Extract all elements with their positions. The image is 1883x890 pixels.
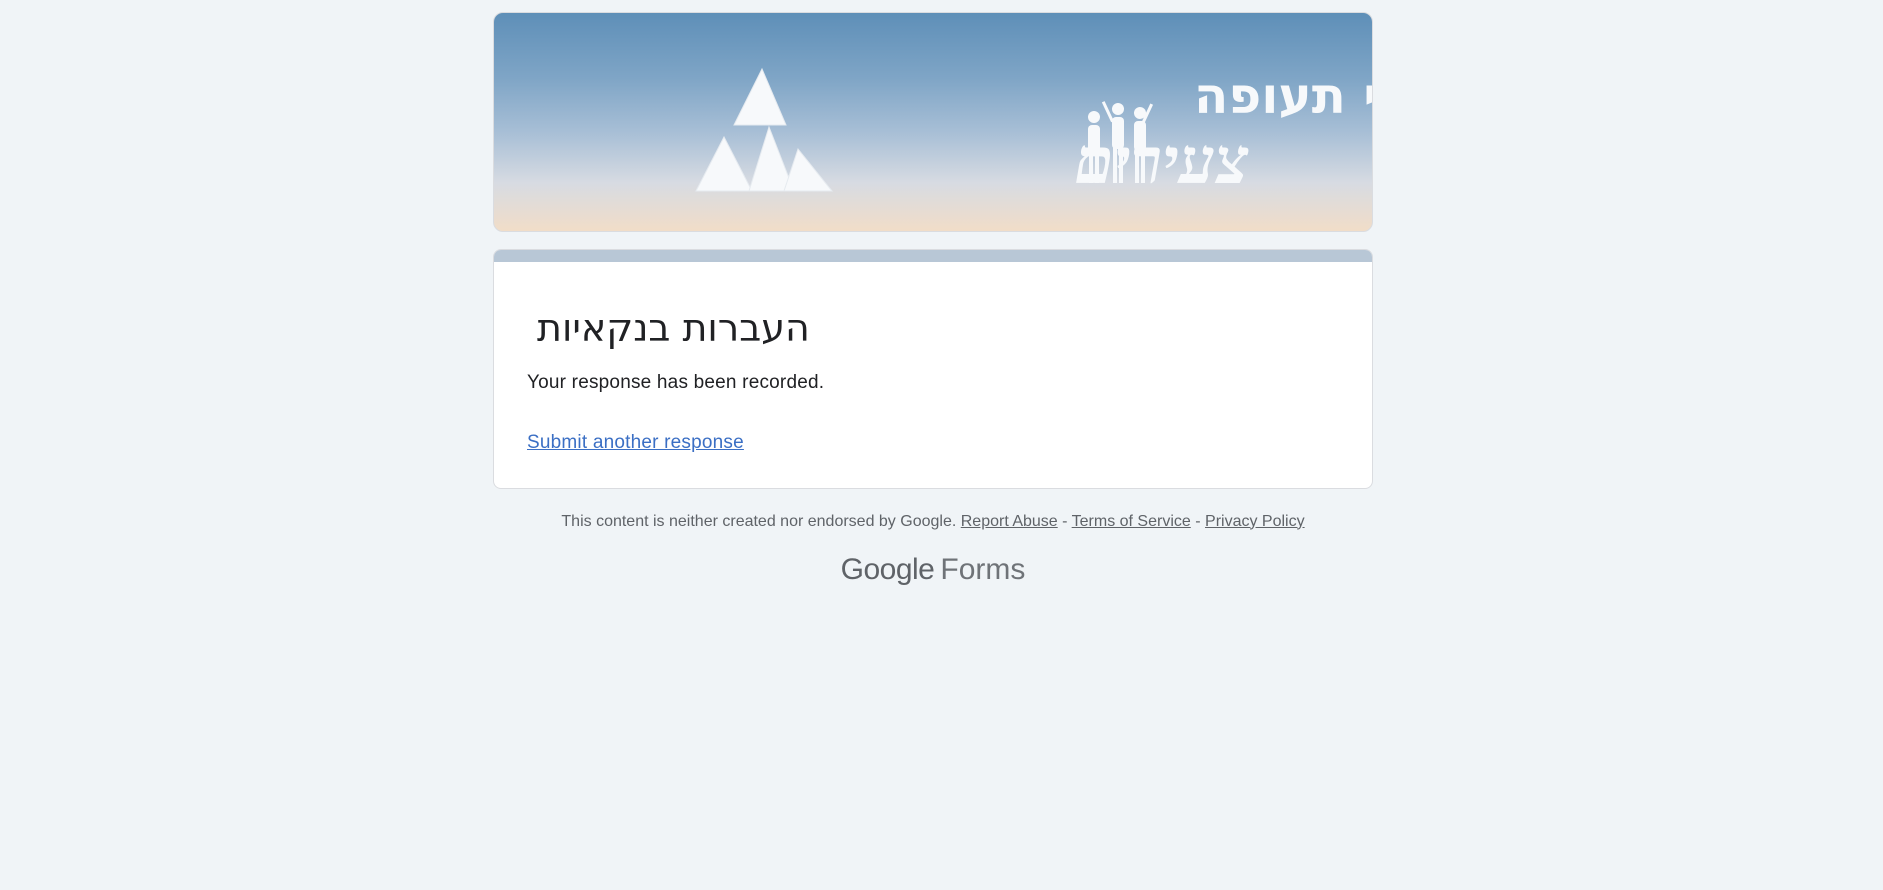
forms-wordmark: Forms — [940, 552, 1026, 586]
confirmation-card: העברות בנקאיות Your response has been re… — [493, 249, 1373, 489]
terms-of-service-link[interactable]: Terms of Service — [1072, 513, 1191, 530]
footer-separator: - — [1195, 512, 1201, 530]
footer-separator: - — [1062, 512, 1068, 530]
banner-title-line1: קשרי תעופה — [1194, 67, 1373, 125]
google-wordmark: Google — [840, 552, 935, 586]
banner-logo-graphic: קשרי תעופה צעירים — [695, 67, 1373, 199]
report-abuse-link[interactable]: Report Abuse — [961, 513, 1058, 530]
header-banner-image: קשרי תעופה צעירים — [493, 12, 1373, 232]
banner-title-line2: צעירים — [1074, 124, 1249, 199]
form-title: העברות בנקאיות — [537, 306, 810, 350]
logo-triangle-right — [783, 147, 834, 192]
logo-triangle-top — [733, 67, 787, 126]
logo-triangle-left — [695, 135, 753, 192]
form-container: קשרי תעופה צעירים העברות בנקאיות Your re… — [493, 12, 1373, 587]
confirmation-message: Your response has been recorded. — [527, 371, 825, 393]
footer-disclaimer: This content is neither created nor endo… — [493, 513, 1373, 531]
disclaimer-text: This content is neither created nor endo… — [561, 512, 957, 530]
card-accent-bar — [494, 250, 1372, 262]
submit-another-response-link[interactable]: Submit another response — [527, 432, 744, 454]
google-forms-logo[interactable]: Google Forms — [493, 553, 1373, 587]
privacy-policy-link[interactable]: Privacy Policy — [1205, 513, 1305, 530]
